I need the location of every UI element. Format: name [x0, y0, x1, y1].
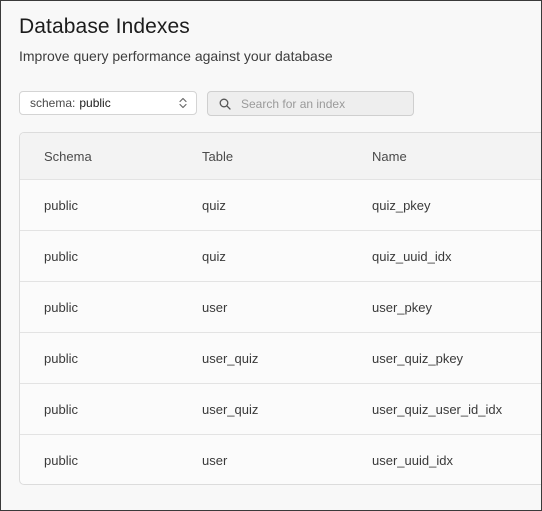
cell-schema: public: [44, 197, 78, 213]
cell-table: quiz: [202, 197, 226, 213]
database-indexes-panel: Database Indexes Improve query performan…: [0, 0, 542, 511]
cell-table: user_quiz: [202, 350, 259, 366]
search-icon: [218, 97, 232, 111]
cell-schema: public: [44, 350, 78, 366]
cell-table: user: [202, 453, 228, 468]
page-title: Database Indexes: [19, 15, 190, 38]
chevron-up-down-icon: [178, 96, 188, 110]
cell-name: user_uuid_idx: [372, 453, 453, 468]
cell-name: user_quiz_user_id_idx: [372, 401, 503, 417]
cell-table: user: [202, 299, 228, 315]
column-header-table[interactable]: Table: [202, 133, 233, 179]
indexes-table: Schema Table Name public quiz quiz_pkey …: [19, 132, 541, 485]
search-input[interactable]: [241, 96, 401, 111]
cell-schema: public: [44, 453, 78, 468]
column-header-schema[interactable]: Schema: [44, 133, 92, 179]
search-box[interactable]: [207, 91, 414, 116]
table-row[interactable]: public quiz quiz_pkey: [20, 180, 541, 231]
cell-table: user_quiz: [202, 401, 259, 417]
table-row[interactable]: public user user_uuid_idx: [20, 435, 541, 484]
column-header-name[interactable]: Name: [372, 133, 407, 179]
schema-select-prefix: schema:: [30, 96, 76, 110]
cell-name: user_pkey: [372, 299, 432, 315]
cell-schema: public: [44, 248, 78, 264]
table-row[interactable]: public user_quiz user_quiz_pkey: [20, 333, 541, 384]
cell-name: quiz_uuid_idx: [372, 248, 452, 264]
cell-schema: public: [44, 299, 78, 315]
cell-name: user_quiz_pkey: [372, 350, 464, 366]
table-row[interactable]: public user_quiz user_quiz_user_id_idx: [20, 384, 541, 435]
table-row[interactable]: public user user_pkey: [20, 282, 541, 333]
cell-table: quiz: [202, 248, 226, 264]
cell-schema: public: [44, 401, 78, 417]
schema-select[interactable]: schema: public: [19, 91, 197, 115]
cell-name: quiz_pkey: [372, 197, 431, 213]
schema-select-value: public: [79, 96, 111, 110]
table-row[interactable]: public quiz quiz_uuid_idx: [20, 231, 541, 282]
table-header-row: Schema Table Name: [20, 133, 541, 180]
page-subtitle: Improve query performance against your d…: [19, 48, 333, 64]
